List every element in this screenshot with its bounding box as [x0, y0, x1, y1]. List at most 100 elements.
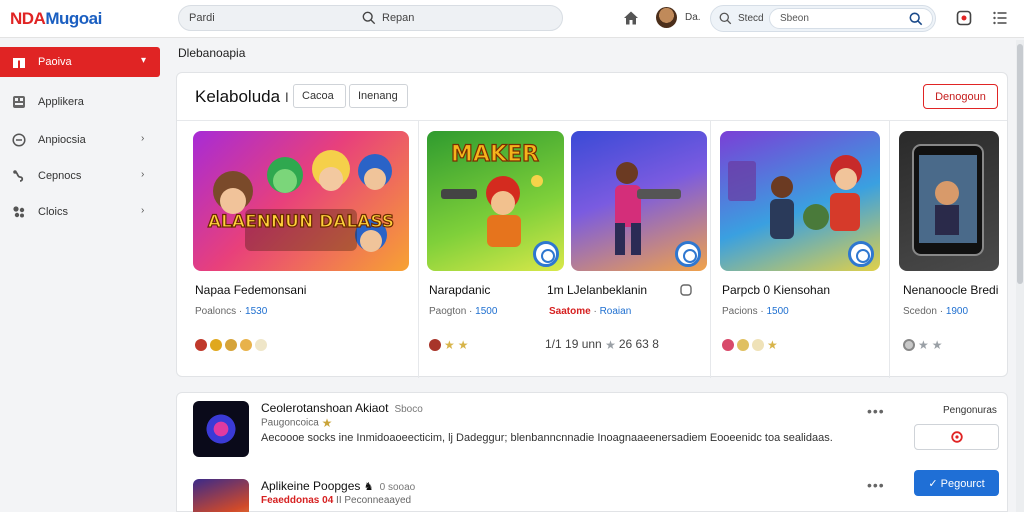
- chevron-down-icon: ▾: [141, 55, 147, 66]
- divider: [710, 121, 711, 378]
- chevron-right-icon: ›: [141, 205, 145, 216]
- dot-icon: [429, 338, 441, 351]
- app-meta: Paogton · 1500: [429, 306, 498, 317]
- refresh-button[interactable]: [914, 424, 999, 450]
- rating-row: ★ ★: [903, 337, 946, 352]
- check-icon: ✓: [928, 478, 938, 490]
- app-card[interactable]: Parpcb 0 Kiensohan Pacions · 1500 ★: [720, 121, 884, 377]
- list-item-subtitle: Paugoncoica ★: [261, 416, 333, 430]
- global-search-bar[interactable]: Pardi Repan: [178, 5, 563, 31]
- bookmark-icon[interactable]: [679, 283, 693, 297]
- user-name[interactable]: Da.: [685, 12, 701, 23]
- sidebar-item-paoiva[interactable]: Paoiva ▾: [0, 47, 160, 77]
- scrollbar-thumb[interactable]: [1017, 44, 1023, 284]
- sidebar-item-anpiocsia[interactable]: Anpiocsia ›: [0, 125, 160, 155]
- app-card[interactable]: Nenanoocle Bredi Scedon · 1900 ★ ★: [899, 121, 1007, 377]
- dot-icon: [903, 338, 915, 351]
- star-icon: ★: [605, 337, 616, 352]
- more-options-icon[interactable]: •••: [867, 403, 885, 419]
- notification-icon[interactable]: [955, 9, 973, 27]
- app-thumbnail[interactable]: MAKER: [427, 131, 564, 271]
- game-artwork: [912, 144, 984, 256]
- verified-badge-icon: [533, 241, 559, 267]
- sidebar-item-label: Anpiocsia: [38, 134, 86, 146]
- rating-row: ★ ★: [429, 337, 472, 352]
- tab-inenang[interactable]: Inenang: [349, 84, 408, 108]
- top-bar: NDAMugoai Pardi Repan Da. Stecd Sbeon: [0, 0, 1024, 38]
- app-name[interactable]: Narapdanic: [429, 283, 490, 297]
- app-list-panel: Ceolerotanshoan Akiaot Sboco Paugoncoica …: [176, 392, 1008, 512]
- sidebar: Paoiva ▾ Applikera Anpiocsia › Cepnocs ›…: [0, 39, 160, 512]
- search-placeholder: Sbeon: [780, 13, 809, 24]
- search-icon: [719, 12, 732, 25]
- puzzle-icon: [13, 206, 25, 218]
- verified-badge-icon: [848, 241, 874, 267]
- sidebar-item-cepnocs[interactable]: Cepnocs ›: [0, 161, 160, 191]
- page-scrollbar[interactable]: [1016, 40, 1024, 512]
- app-card[interactable]: MAKER Narapdanic 1m LJelanbeklanin Paogt…: [427, 121, 707, 377]
- rating-row: ★: [722, 337, 781, 352]
- sidebar-item-label: Cepnocs: [38, 170, 82, 182]
- dot-icon: [722, 338, 734, 351]
- list-item-title[interactable]: Aplikeine Poopges ♞ 0 sooao: [261, 479, 415, 493]
- app-name[interactable]: Napaa Fedemonsani: [195, 283, 306, 297]
- app-thumbnail[interactable]: ALAENNUN DALASS: [193, 131, 409, 271]
- app-name[interactable]: 1m LJelanbeklanin: [547, 283, 647, 297]
- globe-icon: [12, 133, 26, 147]
- menu-icon[interactable]: [993, 11, 1007, 25]
- search-label: Stecd: [738, 13, 764, 24]
- dot-icon: [210, 338, 222, 351]
- secondary-search: Stecd Sbeon: [710, 5, 936, 32]
- app-logo[interactable]: NDAMugoai: [10, 9, 102, 29]
- rating-row: 1/1 19 unn ★ 26 63 8: [545, 337, 659, 352]
- app-name[interactable]: Parpcb 0 Kiensohan: [722, 283, 830, 297]
- app-thumbnail[interactable]: [571, 131, 707, 271]
- dot-icon: [225, 338, 237, 351]
- logo-part-2: Mugoai: [45, 9, 102, 28]
- list-item-description: Aecoooe socks ine Inmidoaoeecticim, lj D…: [261, 432, 833, 444]
- app-thumbnail[interactable]: [899, 131, 999, 271]
- sidebar-item-cloics[interactable]: Cloics ›: [0, 197, 160, 227]
- dot-icon: [240, 338, 252, 351]
- app-meta: Scedon · 1900: [903, 306, 969, 317]
- dot-icon: [737, 338, 749, 351]
- gift-icon: [13, 58, 25, 68]
- panel-title: Kelaboluda I: [195, 87, 289, 106]
- thumb-title: ALAENNUN DALASS: [208, 212, 394, 232]
- star-icon: ★: [931, 337, 943, 352]
- search-bar-text-secondary: Repan: [382, 12, 415, 24]
- list-item-title[interactable]: Ceolerotanshoan Akiaot Sboco: [261, 401, 423, 415]
- chevron-right-icon: ›: [141, 133, 145, 144]
- featured-panel: Kelaboluda I Cacoa Inenang Denogoun ALAE…: [176, 72, 1008, 378]
- gamepad-icon: [13, 170, 24, 182]
- primary-action-button[interactable]: ✓ Pegourct: [914, 470, 999, 496]
- star-icon: ★: [444, 337, 455, 352]
- app-meta: Poaloncs · 1530: [195, 306, 268, 317]
- search-submit-icon[interactable]: [909, 12, 923, 26]
- panel-action-button[interactable]: Denogoun: [923, 84, 998, 109]
- app-thumbnail[interactable]: [720, 131, 880, 271]
- tab-cacoa[interactable]: Cacoa: [293, 84, 346, 108]
- sidebar-item-label: Cloics: [38, 206, 68, 218]
- user-avatar[interactable]: [656, 7, 677, 28]
- home-icon[interactable]: [622, 9, 640, 27]
- sidebar-item-applikera[interactable]: Applikera: [0, 87, 160, 117]
- app-name[interactable]: Nenanoocle Bredi: [903, 283, 998, 297]
- app-card[interactable]: ALAENNUN DALASS Napaa Fedemonsani Poalon…: [193, 121, 411, 377]
- list-item-thumbnail[interactable]: [193, 479, 249, 512]
- search-icon[interactable]: [362, 11, 376, 25]
- game-artwork: ALAENNUN DALASS: [207, 150, 395, 252]
- sidebar-item-label: Paoiva: [38, 56, 72, 68]
- rating-row: [195, 337, 270, 351]
- list-item-subtitle: Feaeddonas 04 II Peconneaayed: [261, 495, 412, 506]
- breadcrumb[interactable]: Dlebanoapia: [178, 46, 245, 60]
- dot-icon: [752, 338, 764, 351]
- list-item-thumbnail[interactable]: [193, 401, 249, 457]
- verified-badge-icon: [675, 241, 701, 267]
- star-icon: ★: [767, 337, 778, 352]
- secondary-search-input[interactable]: Sbeon: [769, 8, 933, 29]
- search-bar-text: Pardi: [189, 12, 215, 24]
- more-options-icon[interactable]: •••: [867, 477, 885, 493]
- divider: [889, 121, 890, 378]
- dot-icon: [255, 338, 267, 351]
